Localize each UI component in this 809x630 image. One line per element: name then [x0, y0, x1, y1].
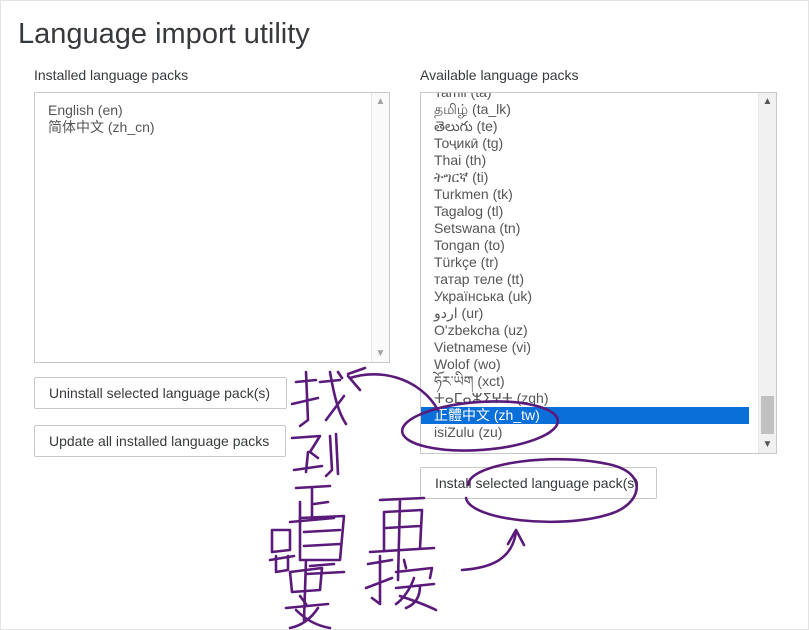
available-pack-item[interactable]: isiZulu (zu) — [421, 424, 759, 441]
available-pack-item[interactable]: Українська (uk) — [421, 288, 759, 305]
available-pack-item[interactable]: Thai (th) — [421, 152, 759, 169]
installed-packs-label: Installed language packs — [34, 67, 189, 83]
available-pack-item[interactable]: Wolof (wo) — [421, 356, 759, 373]
available-pack-item[interactable]: Türkçe (tr) — [421, 254, 759, 271]
installed-scrollbar[interactable]: ▲ ▼ — [371, 93, 389, 362]
available-packs-label: Available language packs — [420, 67, 579, 83]
scroll-thumb[interactable] — [761, 396, 774, 434]
available-packs-listbox[interactable]: Tamil (ta) தமிழ் (ta_lk) తెలుగు (te) Тоҷикӣ… — [420, 92, 777, 454]
available-pack-item[interactable]: ትግርኛ (ti) — [421, 169, 759, 186]
available-pack-item[interactable]: తెలుగు (te) — [421, 118, 759, 135]
uninstall-button[interactable]: Uninstall selected language pack(s) — [34, 377, 287, 409]
installed-pack-item[interactable]: English (en) — [35, 102, 372, 119]
available-pack-item[interactable]: Тоҷикӣ (tg) — [421, 135, 759, 152]
available-pack-item[interactable]: Tamil (ta) — [421, 93, 759, 101]
available-pack-item[interactable]: Turkmen (tk) — [421, 186, 759, 203]
installed-packs-listbox[interactable]: English (en) 简体中文 (zh_cn) ▲ ▼ — [34, 92, 390, 363]
available-pack-item[interactable]: ཧོར་ཡིག (xct) — [421, 373, 759, 390]
scroll-up-icon[interactable]: ▲ — [372, 93, 389, 110]
available-pack-item[interactable]: اردو (ur) — [421, 305, 759, 322]
available-pack-item-selected[interactable]: 正體中文 (zh_tw) — [421, 407, 749, 424]
available-pack-item[interactable]: Tagalog (tl) — [421, 203, 759, 220]
page-title: Language import utility — [18, 18, 310, 50]
available-pack-item[interactable]: Tongan (to) — [421, 237, 759, 254]
available-pack-item[interactable]: Setswana (tn) — [421, 220, 759, 237]
available-pack-item[interactable]: ⵜⴰⵎⴰⵣⵉⵖⵜ (zgh) — [421, 390, 759, 407]
available-scrollbar[interactable]: ▲ ▼ — [758, 93, 776, 453]
installed-pack-item[interactable]: 简体中文 (zh_cn) — [35, 119, 372, 136]
available-pack-item[interactable]: O'zbekcha (uz) — [421, 322, 759, 339]
available-pack-item[interactable]: Vietnamese (vi) — [421, 339, 759, 356]
update-all-button[interactable]: Update all installed language packs — [34, 425, 286, 457]
scroll-down-icon[interactable]: ▼ — [759, 436, 776, 453]
scroll-up-icon[interactable]: ▲ — [759, 93, 776, 110]
scroll-down-icon[interactable]: ▼ — [372, 345, 389, 362]
available-pack-item[interactable]: татар теле (tt) — [421, 271, 759, 288]
available-pack-item[interactable]: தமிழ் (ta_lk) — [421, 101, 759, 118]
install-button[interactable]: Install selected language pack(s) — [420, 467, 657, 499]
